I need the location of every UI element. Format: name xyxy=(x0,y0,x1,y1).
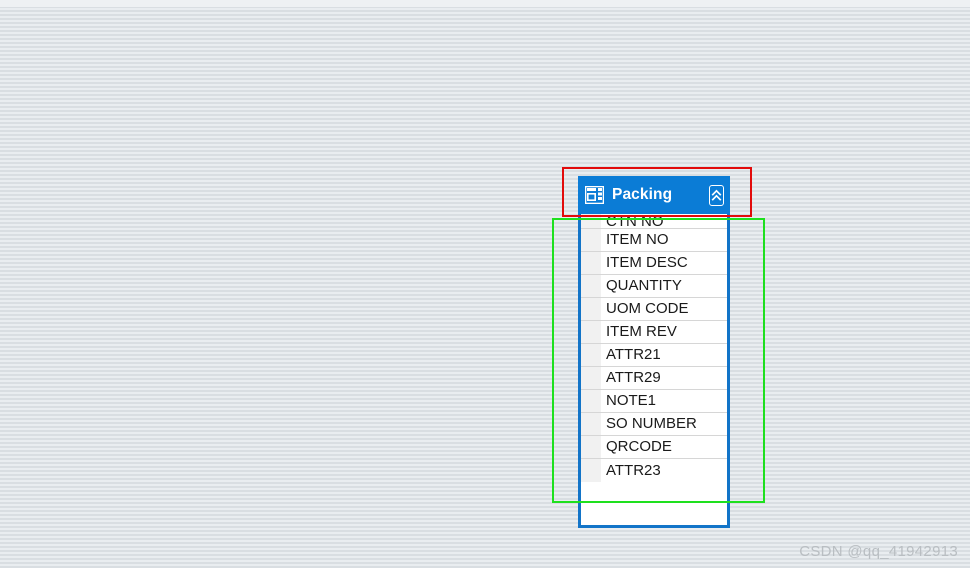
double-chevron-up-icon[interactable] xyxy=(709,184,724,206)
row-selector-gutter[interactable] xyxy=(581,390,602,412)
list-item[interactable]: UOM CODE xyxy=(581,298,727,321)
row-selector-gutter[interactable] xyxy=(581,229,602,251)
field-label: UOM CODE xyxy=(606,300,689,317)
csdn-watermark: CSDN @qq_41942913 xyxy=(799,543,958,560)
field-label: ATTR29 xyxy=(606,369,661,386)
packing-panel: Packing CTN NO ITEM NO ITEM DESC QUANTIT… xyxy=(578,176,730,528)
list-item[interactable]: CTN NO xyxy=(581,212,727,229)
packing-field-list[interactable]: CTN NO ITEM NO ITEM DESC QUANTITY UOM CO… xyxy=(578,212,730,528)
field-label: SO NUMBER xyxy=(606,415,697,432)
row-selector-gutter[interactable] xyxy=(581,436,602,458)
field-label: NOTE1 xyxy=(606,392,657,409)
field-label: ITEM REV xyxy=(606,323,677,340)
row-selector-gutter[interactable] xyxy=(581,413,602,435)
list-item[interactable]: QRCODE xyxy=(581,436,727,459)
field-label: ITEM DESC xyxy=(606,254,688,271)
list-item[interactable]: ATTR23 xyxy=(581,459,727,482)
list-item[interactable]: ATTR29 xyxy=(581,367,727,390)
row-selector-gutter[interactable] xyxy=(581,321,602,343)
packing-panel-title: Packing xyxy=(612,186,673,204)
row-selector-gutter[interactable] xyxy=(581,252,602,274)
packing-panel-titlebar[interactable]: Packing xyxy=(578,176,730,214)
table-form-icon xyxy=(584,185,605,205)
desktop-top-edge xyxy=(0,0,970,7)
list-item[interactable]: ITEM REV xyxy=(581,321,727,344)
list-item[interactable]: NOTE1 xyxy=(581,390,727,413)
field-label: CTN NO xyxy=(606,214,664,229)
list-item[interactable]: QUANTITY xyxy=(581,275,727,298)
list-item[interactable]: ITEM DESC xyxy=(581,252,727,275)
row-selector-gutter[interactable] xyxy=(581,275,602,297)
field-label: ATTR21 xyxy=(606,346,661,363)
desktop-background xyxy=(0,0,970,568)
list-item[interactable]: SO NUMBER xyxy=(581,413,727,436)
field-label: QRCODE xyxy=(606,438,672,455)
field-label: ITEM NO xyxy=(606,231,669,248)
row-selector-gutter[interactable] xyxy=(581,344,602,366)
row-selector-gutter[interactable] xyxy=(581,459,602,482)
row-selector-gutter[interactable] xyxy=(581,212,602,228)
row-selector-gutter[interactable] xyxy=(581,367,602,389)
field-label: QUANTITY xyxy=(606,277,682,294)
list-item[interactable]: ITEM NO xyxy=(581,229,727,252)
row-selector-gutter[interactable] xyxy=(581,298,602,320)
list-item[interactable]: ATTR21 xyxy=(581,344,727,367)
field-label: ATTR23 xyxy=(606,461,661,479)
